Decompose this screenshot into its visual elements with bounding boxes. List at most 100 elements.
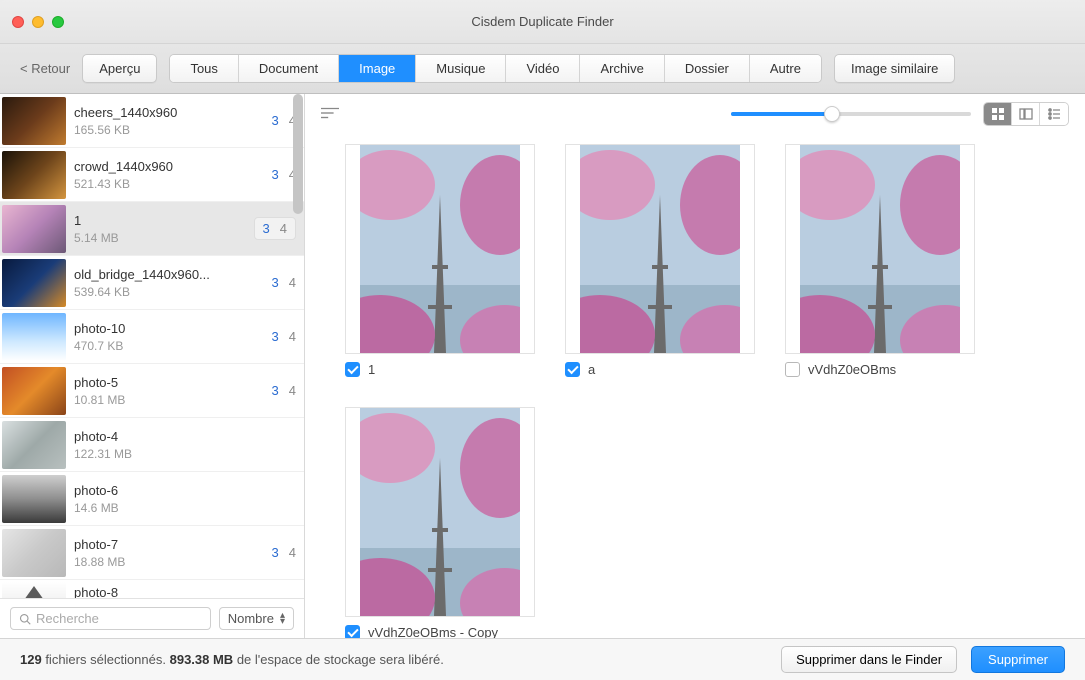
tab-video[interactable]: Vidéo [506,55,580,82]
checkbox[interactable] [345,625,360,638]
checkbox[interactable] [345,362,360,377]
list-item[interactable]: 1 5.14 MB 3 4 [0,202,304,256]
card-label-row: vVdhZ0eOBms [785,362,975,377]
card-label: a [588,362,595,377]
sidebar: cheers_1440x960 165.56 KB 3 4 crowd_1440… [0,94,305,638]
grid-card[interactable]: vVdhZ0eOBms [785,144,975,377]
slider-handle[interactable] [824,106,840,122]
maximize-window-button[interactable] [52,16,64,28]
window-title: Cisdem Duplicate Finder [0,14,1085,29]
file-name: photo-6 [74,483,286,498]
card-image [565,144,755,354]
checkbox[interactable] [785,362,800,377]
traffic-lights [0,16,64,28]
thumbnail [2,259,66,307]
column-view-button[interactable] [1012,103,1040,125]
file-size: 470.7 KB [74,339,272,353]
counts: 3 4 [272,383,296,398]
sort-lines-icon[interactable] [321,106,339,123]
thumbnail [2,421,66,469]
tab-autre[interactable]: Autre [750,55,821,82]
list-item[interactable]: photo-5 10.81 MB 3 4 [0,364,304,418]
sort-select[interactable]: Nombre ▴▾ [219,607,294,630]
eiffel-image-icon [580,145,740,353]
delete-button[interactable]: Supprimer [971,646,1065,673]
tab-archive[interactable]: Archive [580,55,664,82]
main-content: cheers_1440x960 165.56 KB 3 4 crowd_1440… [0,94,1085,638]
tab-dossier[interactable]: Dossier [665,55,750,82]
thumbnail [2,475,66,523]
minimize-window-button[interactable] [32,16,44,28]
file-size: 10.81 MB [74,393,272,407]
tab-image[interactable]: Image [339,55,416,82]
file-size: 539.64 KB [74,285,272,299]
back-button[interactable]: < Retour [20,61,70,76]
list-item[interactable]: photo-6 14.6 MB [0,472,304,526]
preview-button[interactable]: Aperçu [82,54,157,83]
thumbnail [2,313,66,361]
list-item[interactable]: photo-10 470.7 KB 3 4 [0,310,304,364]
card-image [345,144,535,354]
similar-image-button[interactable]: Image similaire [834,54,955,83]
footer: 129 fichiers sélectionnés. 893.38 MB de … [0,638,1085,680]
thumbnail [2,367,66,415]
card-label: vVdhZ0eOBms [808,362,896,377]
tab-document[interactable]: Document [239,55,339,82]
counts: 3 4 [272,545,296,560]
card-image [345,407,535,617]
list-item[interactable]: cheers_1440x960 165.56 KB 3 4 [0,94,304,148]
eiffel-image-icon [360,408,520,616]
grid-card[interactable]: 1 [345,144,535,377]
eiffel-image-icon [360,145,520,353]
search-input[interactable]: Recherche [10,607,211,630]
thumbnail [2,582,66,599]
file-size: 14.6 MB [74,501,286,515]
thumbnail [2,151,66,199]
file-size: 18.88 MB [74,555,272,569]
card-label: 1 [368,362,375,377]
counts: 3 4 [254,217,296,240]
status-text: 129 fichiers sélectionnés. 893.38 MB de … [20,652,444,667]
list-item[interactable]: old_bridge_1440x960... 539.64 KB 3 4 [0,256,304,310]
checkbox[interactable] [565,362,580,377]
grid-card[interactable]: a [565,144,755,377]
file-name: photo-5 [74,375,272,390]
sidebar-footer: Recherche Nombre ▴▾ [0,598,304,638]
chevron-updown-icon: ▴▾ [280,613,285,625]
tab-tous[interactable]: Tous [170,55,238,82]
thumbnail [2,205,66,253]
titlebar: Cisdem Duplicate Finder [0,0,1085,44]
file-size: 5.14 MB [74,231,254,245]
file-size: 122.31 MB [74,447,286,461]
zoom-slider[interactable] [731,112,971,116]
card-label: vVdhZ0eOBms - Copy [368,625,498,638]
sort-label: Nombre [228,611,274,626]
category-tabs: Tous Document Image Musique Vidéo Archiv… [169,54,822,83]
thumbnail [2,529,66,577]
file-size: 521.43 KB [74,177,272,191]
thumbnail [2,97,66,145]
file-size: 165.56 KB [74,123,272,137]
delete-in-finder-button[interactable]: Supprimer dans le Finder [781,646,957,673]
file-name: photo-8 [74,585,296,598]
detail-panel: 1 [305,94,1085,638]
file-list: cheers_1440x960 165.56 KB 3 4 crowd_1440… [0,94,304,598]
card-label-row: 1 [345,362,535,377]
scrollbar[interactable] [293,94,303,214]
grid-view-button[interactable] [984,103,1012,125]
detail-toolbar [305,94,1085,134]
thumbnail-grid: 1 [305,134,1085,638]
list-view-button[interactable] [1040,103,1068,125]
file-name: crowd_1440x960 [74,159,272,174]
list-item[interactable]: photo-7 18.88 MB 3 4 [0,526,304,580]
list-item[interactable]: crowd_1440x960 521.43 KB 3 4 [0,148,304,202]
tab-musique[interactable]: Musique [416,55,506,82]
card-label-row: a [565,362,755,377]
grid-card[interactable]: vVdhZ0eOBms - Copy [345,407,535,638]
list-item[interactable]: photo-8 [0,580,304,598]
file-name: 1 [74,213,254,228]
counts: 3 4 [272,275,296,290]
close-window-button[interactable] [12,16,24,28]
list-item[interactable]: photo-4 122.31 MB [0,418,304,472]
view-switch [983,102,1069,126]
